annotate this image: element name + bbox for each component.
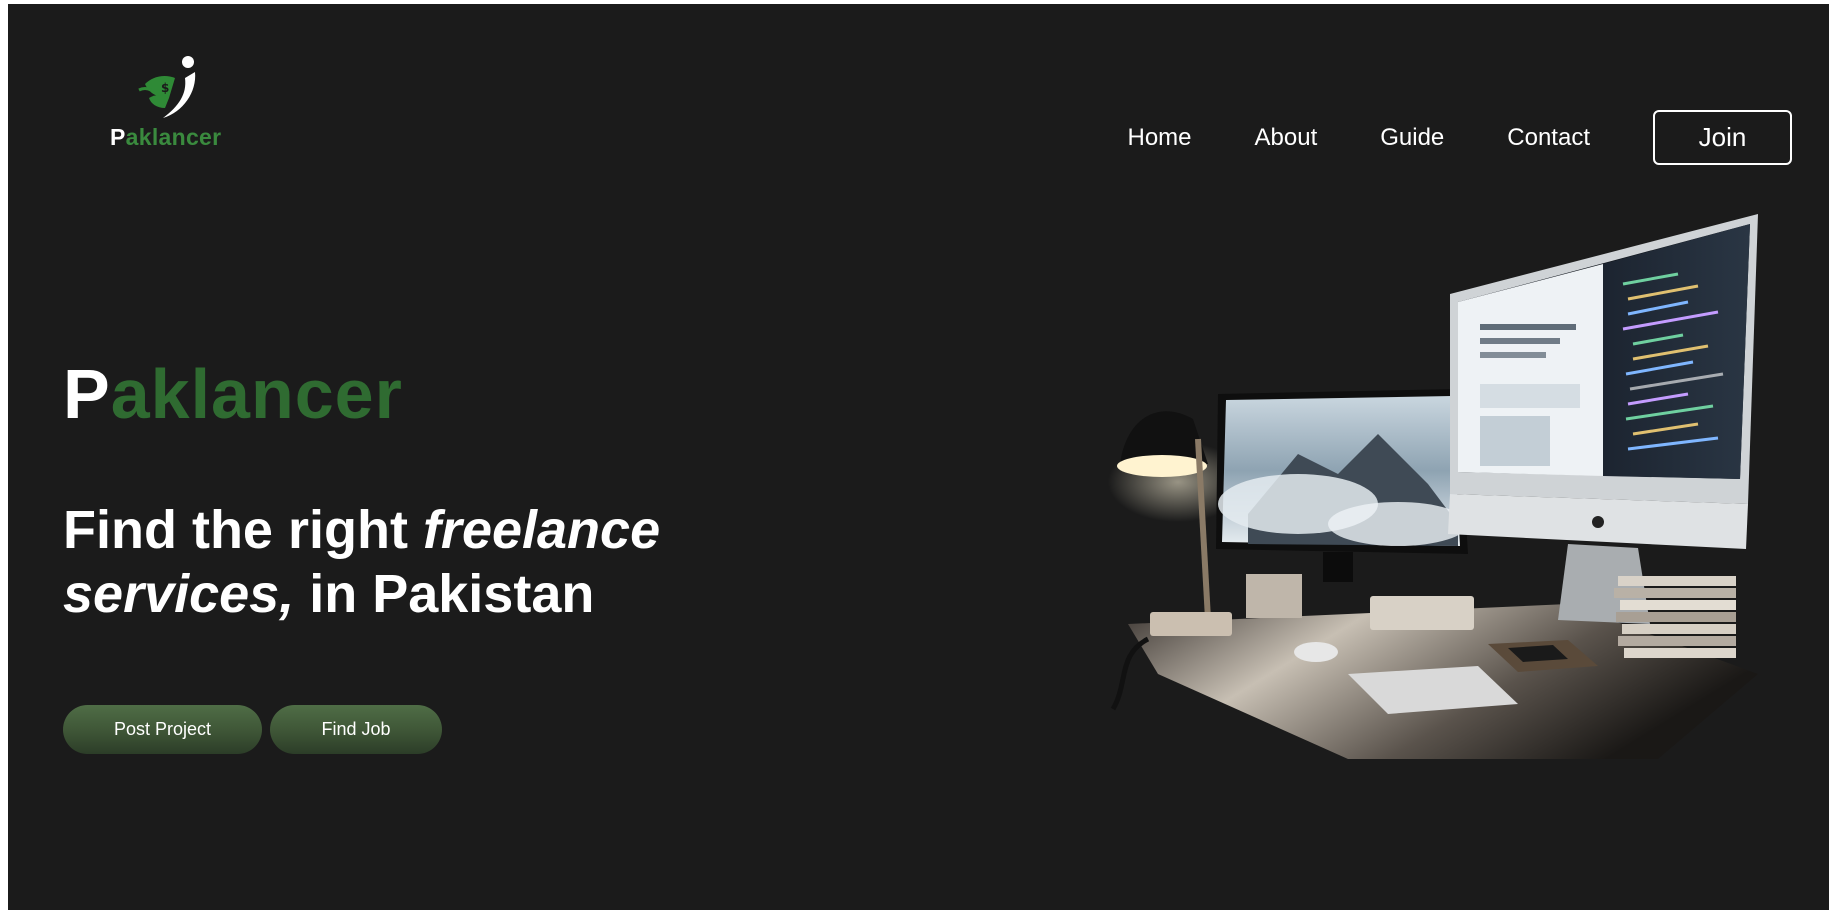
post-project-button[interactable]: Post Project [63, 705, 262, 754]
main-nav: Home About Guide Contact Join [1127, 110, 1792, 165]
desk-workstation-illustration [1108, 214, 1758, 759]
nav-about-link[interactable]: About [1255, 124, 1318, 152]
find-job-button[interactable]: Find Job [270, 705, 442, 754]
nav-home-link[interactable]: Home [1127, 124, 1191, 152]
svg-text:$: $ [161, 81, 169, 95]
nav-contact-link[interactable]: Contact [1507, 124, 1590, 152]
page-frame: $ Paklancer Home About Guide Contact Joi… [8, 4, 1829, 910]
hero-brand-title: Paklancer [63, 355, 403, 433]
hero-headline: Find the right freelance services, in Pa… [63, 500, 661, 624]
logo-wordmark: Paklancer [110, 124, 222, 150]
logo[interactable]: $ Paklancer [105, 54, 235, 154]
freelancer-logo-icon: $ [138, 56, 196, 118]
nav-guide-link[interactable]: Guide [1380, 124, 1444, 152]
join-button[interactable]: Join [1653, 110, 1792, 165]
